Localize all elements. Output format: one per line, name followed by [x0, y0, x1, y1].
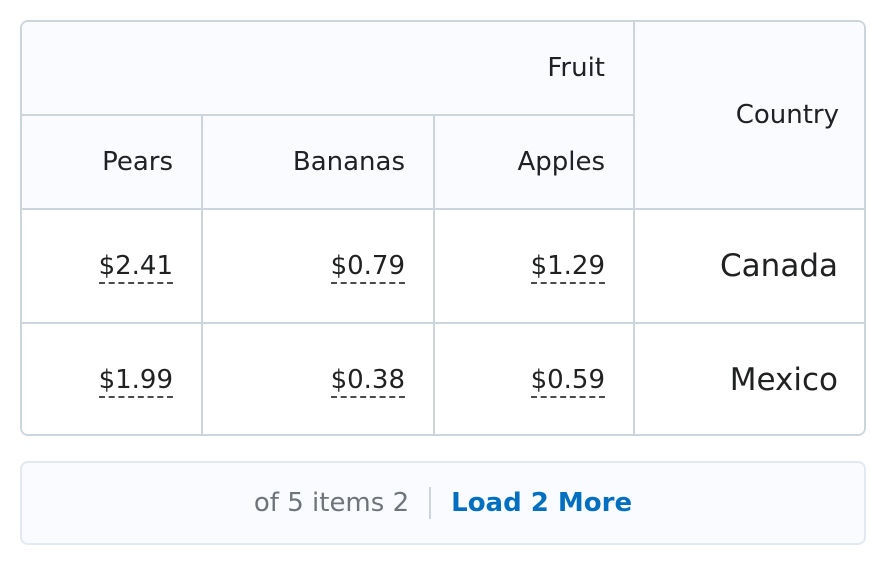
column-header-bananas: Bananas [201, 114, 435, 210]
item-count-text: of 5 items 2 [253, 488, 410, 518]
price-value[interactable]: $1.99 [98, 365, 173, 398]
price-value[interactable]: $1.29 [530, 251, 605, 284]
price-cell-pears: $1.99 [22, 322, 203, 434]
fruit-price-table: Fruit Country Pears Bananas Apples $2.41… [22, 22, 864, 434]
load-more-button[interactable]: Load 2 More [451, 488, 632, 518]
price-value[interactable]: $0.59 [530, 365, 605, 398]
price-cell-apples: $1.29 [433, 208, 635, 324]
price-cell-bananas: $0.38 [201, 322, 435, 434]
fruit-group-header: Fruit [22, 22, 635, 116]
country-column-header: Country [633, 22, 864, 210]
price-value[interactable]: $2.41 [98, 251, 173, 284]
country-cell: Canada [633, 208, 864, 324]
country-cell: Mexico [633, 322, 864, 434]
price-value[interactable]: $0.79 [330, 251, 405, 284]
column-header-pears: Pears [22, 114, 203, 210]
data-table-container: Fruit Country Pears Bananas Apples $2.41… [20, 20, 866, 436]
table-row: $2.41 $0.79 $1.29 Canada [22, 208, 864, 324]
price-cell-bananas: $0.79 [201, 208, 435, 324]
price-cell-apples: $0.59 [433, 322, 635, 434]
price-value[interactable]: $0.38 [330, 365, 405, 398]
table-row: $1.99 $0.38 $0.59 Mexico [22, 322, 864, 434]
price-cell-pears: $2.41 [22, 208, 203, 324]
column-header-apples: Apples [433, 114, 635, 210]
pager-bar: of 5 items 2 Load 2 More [20, 461, 866, 545]
header-row-group: Fruit Country [22, 22, 864, 210]
pager-divider [429, 487, 432, 519]
